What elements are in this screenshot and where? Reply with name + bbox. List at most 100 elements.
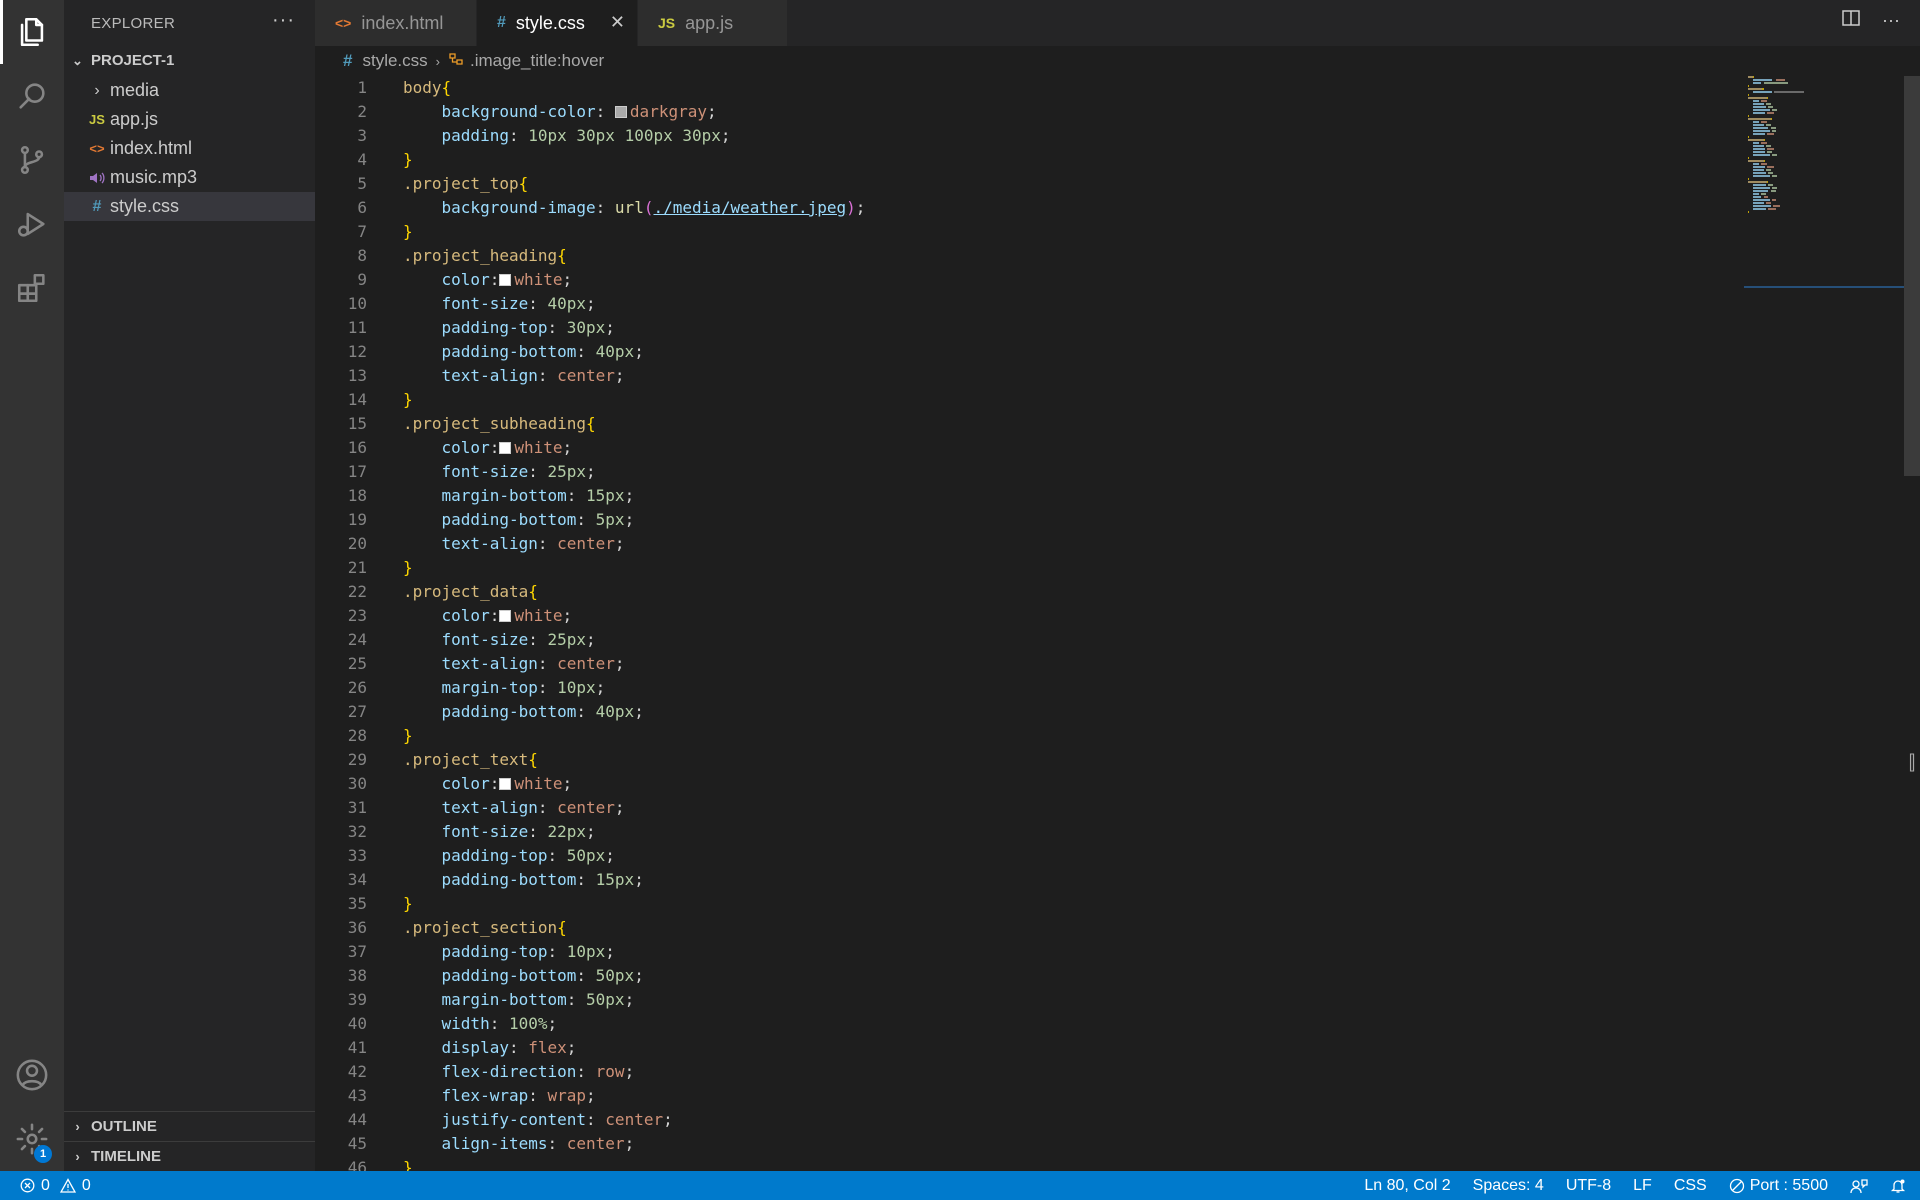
code-line[interactable]: 41 display: flex; [315, 1036, 1715, 1060]
code-line[interactable]: 12 padding-bottom: 40px; [315, 340, 1715, 364]
code-line[interactable]: 3 padding: 10px 30px 100px 30px; [315, 124, 1715, 148]
vertical-scrollbar[interactable] [1904, 76, 1920, 476]
code-line[interactable]: 34 padding-bottom: 15px; [315, 868, 1715, 892]
code-line[interactable]: 18 margin-bottom: 15px; [315, 484, 1715, 508]
tab-app-js[interactable]: JS app.js [638, 0, 788, 46]
more-actions-icon[interactable]: ··· [272, 9, 295, 32]
encoding[interactable]: UTF-8 [1566, 1177, 1611, 1195]
indentation[interactable]: Spaces: 4 [1473, 1177, 1544, 1195]
live-server-port[interactable]: Port : 5500 [1729, 1177, 1828, 1195]
code-line[interactable]: 22 .project_data{ [315, 580, 1715, 604]
end-of-line[interactable]: LF [1633, 1177, 1652, 1195]
minimap-mark [1752, 91, 1772, 93]
code-line[interactable]: 15 .project_subheading{ [315, 412, 1715, 436]
code-line[interactable]: 32 font-size: 22px; [315, 820, 1715, 844]
javascript-file-icon: JS [658, 15, 676, 31]
timeline-section-header[interactable]: › TIMELINE [64, 1142, 315, 1171]
code-line[interactable]: 46} [315, 1156, 1715, 1171]
code-line[interactable]: 40 width: 100%; [315, 1012, 1715, 1036]
run-debug-icon[interactable] [0, 192, 64, 256]
minimap[interactable] [1744, 76, 1904, 288]
code-line[interactable]: 9 color: white; [315, 268, 1715, 292]
symbol-icon [448, 51, 464, 71]
close-icon[interactable]: ✕ [610, 12, 625, 33]
code-line[interactable]: 1 body{ [315, 76, 1715, 100]
problems-indicator[interactable]: 0 0 [20, 1171, 91, 1200]
outline-section-header[interactable]: › OUTLINE [64, 1112, 315, 1141]
project-folder-header[interactable]: ⌄ PROJECT-1 [64, 46, 315, 75]
tab-index-html[interactable]: <> index.html [315, 0, 477, 46]
split-editor-icon[interactable] [1842, 10, 1860, 31]
tree-item-index-html[interactable]: <> index.html [64, 134, 315, 163]
code-line[interactable]: 31 text-align: center; [315, 796, 1715, 820]
source-control-icon[interactable] [0, 128, 64, 192]
color-swatch-icon[interactable] [499, 442, 512, 454]
code-line[interactable]: 2 background-color: darkgray; [315, 100, 1715, 124]
breadcrumb-file[interactable]: style.css [362, 51, 427, 71]
code-line[interactable]: 35} [315, 892, 1715, 916]
tree-item-style-css[interactable]: # style.css [64, 192, 315, 221]
tree-item-app-js[interactable]: JS app.js [64, 105, 315, 134]
color-swatch-icon[interactable] [499, 778, 512, 790]
feedback-icon[interactable] [1850, 1178, 1868, 1194]
settings-gear-icon[interactable]: 1 [0, 1107, 64, 1171]
code-line[interactable]: 4} [315, 148, 1715, 172]
code-line[interactable]: 42 flex-direction: row; [315, 1060, 1715, 1084]
color-swatch-icon[interactable] [499, 610, 512, 622]
code-line[interactable]: 36 .project_section{ [315, 916, 1715, 940]
code-line[interactable]: 45 align-items: center; [315, 1132, 1715, 1156]
code-line[interactable]: 24 font-size: 25px; [315, 628, 1715, 652]
code-line[interactable]: 7} [315, 220, 1715, 244]
code-line[interactable]: 8 .project_heading{ [315, 244, 1715, 268]
account-icon[interactable] [0, 1043, 64, 1107]
search-icon[interactable] [0, 64, 64, 128]
extensions-icon[interactable] [0, 256, 64, 320]
cursor-position[interactable]: Ln 80, Col 2 [1364, 1177, 1450, 1195]
explorer-icon[interactable] [0, 0, 64, 64]
code-line[interactable]: 44 justify-content: center; [315, 1108, 1715, 1132]
code-text: padding-bottom: 5px; [441, 510, 635, 529]
code-line[interactable]: 27 padding-bottom: 40px; [315, 700, 1715, 724]
code-line[interactable]: 21} [315, 556, 1715, 580]
code-line[interactable]: 19 padding-bottom: 5px; [315, 508, 1715, 532]
code-line[interactable]: 43 flex-wrap: wrap; [315, 1084, 1715, 1108]
tab-style-css[interactable]: # style.css ✕ [477, 0, 638, 46]
code-editor[interactable]: 1 body{2 background-color: darkgray; 3 pad… [315, 76, 1920, 1171]
tree-item-music-mp3[interactable]: music.mp3 [64, 163, 315, 192]
tree-item-media[interactable]: › media [64, 76, 315, 105]
code-line[interactable]: 20 text-align: center; [315, 532, 1715, 556]
language-mode[interactable]: CSS [1674, 1177, 1707, 1195]
notifications-bell-icon[interactable] [1890, 1178, 1906, 1194]
code-line[interactable]: 28} [315, 724, 1715, 748]
color-swatch-icon[interactable] [499, 274, 512, 286]
code-line[interactable]: 5 .project_top{ [315, 172, 1715, 196]
breadcrumb-symbol[interactable]: .image_title:hover [470, 51, 604, 71]
color-swatch-icon[interactable] [614, 106, 627, 118]
code-line[interactable]: 14} [315, 388, 1715, 412]
code-line[interactable]: 37 padding-top: 10px; [315, 940, 1715, 964]
code-line[interactable]: 23 color: white; [315, 604, 1715, 628]
code-line[interactable]: 38 padding-bottom: 50px; [315, 964, 1715, 988]
minimap-mark [1772, 130, 1776, 132]
code-line[interactable]: 25 text-align: center; [315, 652, 1715, 676]
minimap-mark [1752, 121, 1759, 123]
code-line[interactable]: 10 font-size: 40px; [315, 292, 1715, 316]
more-actions-icon[interactable]: ··· [1882, 10, 1900, 31]
code-line[interactable]: 39 margin-bottom: 50px; [315, 988, 1715, 1012]
code-line[interactable]: 11 padding-top: 30px; [315, 316, 1715, 340]
line-number: 9 [357, 270, 367, 289]
line-number: 40 [347, 1014, 367, 1033]
code-line[interactable]: 30 color: white; [315, 772, 1715, 796]
minimap-mark [1752, 130, 1770, 132]
code-line[interactable]: 6 background-image: url(./media/weather.… [315, 196, 1715, 220]
warning-count: 0 [81, 1176, 91, 1194]
code-line[interactable]: 29 .project_text{ [315, 748, 1715, 772]
code-line[interactable]: 26 margin-top: 10px; [315, 676, 1715, 700]
code-line[interactable]: 17 font-size: 25px; [315, 460, 1715, 484]
code-line[interactable]: 33 padding-top: 50px; [315, 844, 1715, 868]
code-text: padding-top: 10px; [441, 942, 615, 961]
code-text: } [403, 1158, 413, 1171]
code-line[interactable]: 16 color: white; [315, 436, 1715, 460]
minimap-mark [1748, 118, 1771, 120]
code-line[interactable]: 13 text-align: center; [315, 364, 1715, 388]
